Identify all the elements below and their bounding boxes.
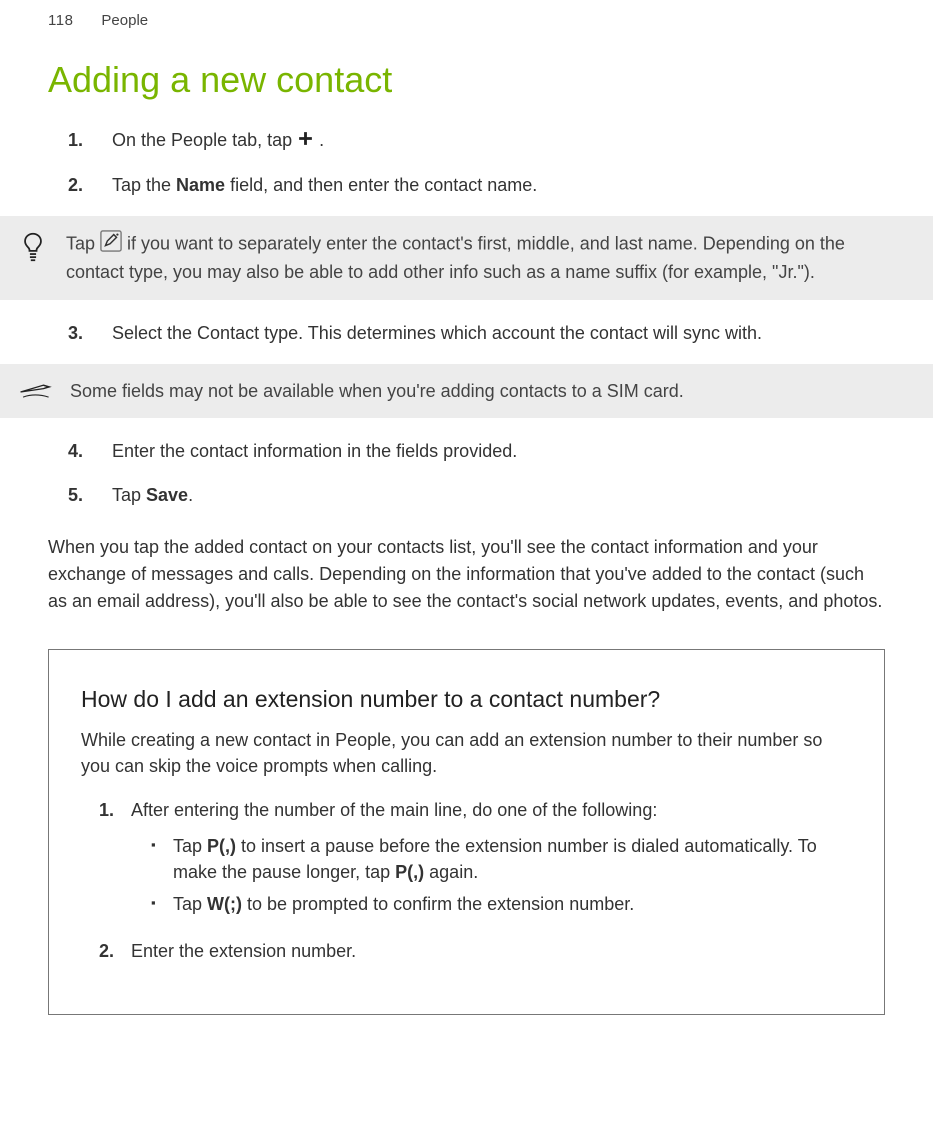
faq-step-1-text: After entering the number of the main li… bbox=[131, 800, 657, 820]
faq-intro: While creating a new contact in People, … bbox=[81, 727, 852, 779]
pen-icon bbox=[18, 378, 52, 404]
faq-step-1: After entering the number of the main li… bbox=[99, 797, 852, 923]
step-3: Select the Contact type. This determines… bbox=[48, 320, 885, 346]
step-3-text: Select the Contact type. This determines… bbox=[112, 320, 885, 346]
step-5-text-c: . bbox=[188, 485, 193, 505]
faq-b2-a: Tap bbox=[173, 894, 207, 914]
after-paragraph: When you tap the added contact on your c… bbox=[0, 526, 933, 639]
faq-bullet-2: Tap W(;) to be prompted to confirm the e… bbox=[151, 891, 852, 917]
step-2: Tap the Name field, and then enter the c… bbox=[48, 172, 885, 198]
note-callout: Some fields may not be available when yo… bbox=[0, 364, 933, 418]
lightbulb-icon bbox=[18, 230, 48, 285]
faq-step-2: Enter the extension number. bbox=[99, 938, 852, 964]
faq-b1-e: again. bbox=[424, 862, 478, 882]
page-header: 118 People bbox=[0, 0, 933, 29]
step-4: Enter the contact information in the fie… bbox=[48, 438, 885, 464]
faq-b1-pc1: P(,) bbox=[207, 836, 236, 856]
faq-b1-pc2: P(,) bbox=[395, 862, 424, 882]
faq-step-2-text: Enter the extension number. bbox=[131, 938, 852, 964]
page: 118 People Adding a new contact On the P… bbox=[0, 0, 933, 1015]
steps-block-1: On the People tab, tap . Tap the Name fi… bbox=[0, 127, 933, 198]
steps-block-2: Select the Contact type. This determines… bbox=[0, 320, 933, 346]
step-5: Tap Save. bbox=[48, 482, 885, 508]
step-4-text: Enter the contact information in the fie… bbox=[112, 438, 885, 464]
tip-text-a: Tap bbox=[66, 234, 100, 254]
tip-text: Tap if you want to separately enter the … bbox=[66, 230, 885, 285]
step-5-text-a: Tap bbox=[112, 485, 146, 505]
tip-text-b: if you want to separately enter the cont… bbox=[66, 234, 845, 283]
step-1-text-b: . bbox=[319, 130, 324, 150]
step-1-text-a: On the People tab, tap bbox=[112, 130, 297, 150]
note-text: Some fields may not be available when yo… bbox=[70, 378, 684, 404]
section-name: People bbox=[101, 12, 148, 29]
steps-block-3: Enter the contact information in the fie… bbox=[0, 438, 933, 508]
step-2-name-label: Name bbox=[176, 175, 225, 195]
faq-box: How do I add an extension number to a co… bbox=[48, 649, 885, 1015]
plus-icon bbox=[297, 128, 314, 154]
page-title: Adding a new contact bbox=[0, 29, 933, 127]
edit-icon bbox=[100, 230, 122, 259]
faq-b1-a: Tap bbox=[173, 836, 207, 856]
faq-bullet-1: Tap P(,) to insert a pause before the ex… bbox=[151, 833, 852, 885]
faq-b2-wsc: W(;) bbox=[207, 894, 242, 914]
step-5-save-label: Save bbox=[146, 485, 188, 505]
step-2-text-a: Tap the bbox=[112, 175, 176, 195]
faq-b2-c: to be prompted to confirm the extension … bbox=[242, 894, 634, 914]
step-2-text-c: field, and then enter the contact name. bbox=[225, 175, 537, 195]
page-number: 118 bbox=[48, 12, 73, 29]
faq-b1-c: to insert a pause before the extension n… bbox=[173, 836, 817, 882]
tip-callout: Tap if you want to separately enter the … bbox=[0, 216, 933, 299]
step-1: On the People tab, tap . bbox=[48, 127, 885, 154]
faq-title: How do I add an extension number to a co… bbox=[81, 686, 852, 713]
